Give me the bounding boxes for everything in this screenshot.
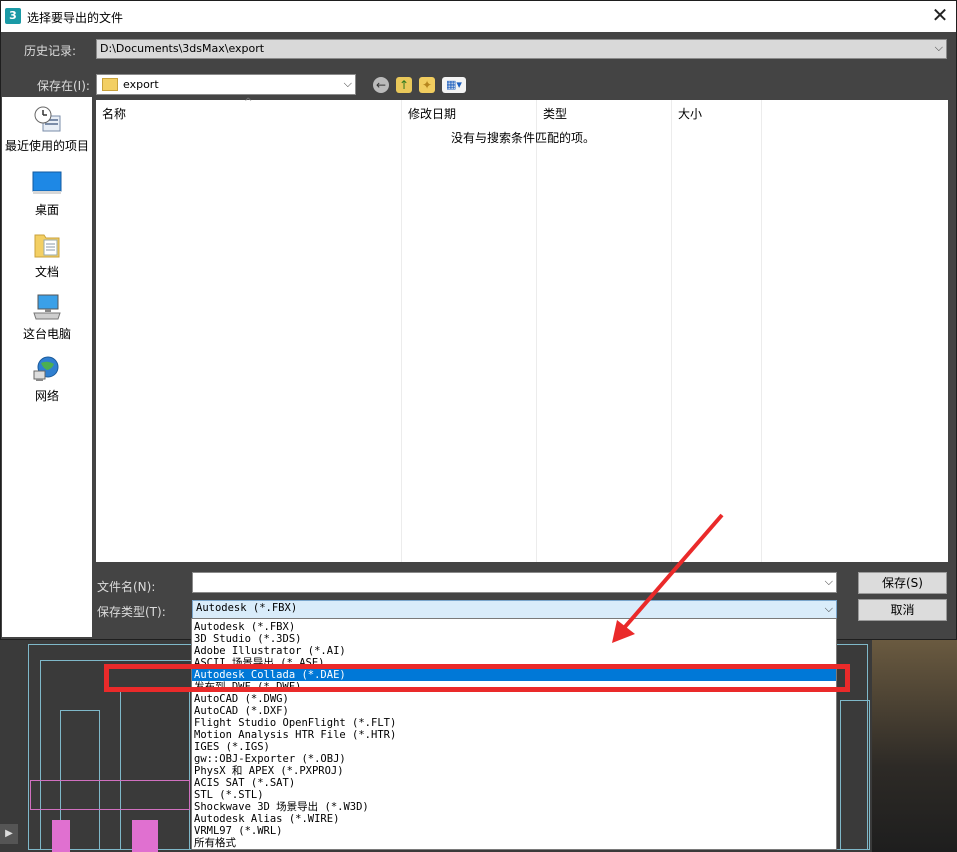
up-folder-icon[interactable]: ↑ (396, 77, 412, 93)
chevron-down-icon: ⌵ (824, 602, 833, 615)
place-desktop[interactable]: 桌面 (2, 169, 92, 218)
place-documents[interactable]: 文档 (2, 231, 92, 280)
file-type-option[interactable]: 所有格式 (192, 837, 836, 849)
wireframe-outline (30, 780, 190, 810)
file-type-option[interactable]: gw::OBJ-Exporter (*.OBJ) (192, 753, 836, 765)
close-button[interactable]: ✕ (924, 1, 956, 32)
place-label: 桌面 (34, 203, 59, 217)
column-divider (536, 100, 537, 562)
back-icon[interactable]: ← (373, 77, 389, 93)
file-type-option[interactable]: Adobe Illustrator (*.AI) (192, 645, 836, 657)
file-type-option[interactable]: PhysX 和 APEX (*.PXPROJ) (192, 765, 836, 777)
file-type-option[interactable]: Flight Studio OpenFlight (*.FLT) (192, 717, 836, 729)
title-bar: 3 选择要导出的文件 ✕ (1, 1, 956, 32)
place-label: 最近使用的项目 (4, 139, 89, 153)
place-label: 文档 (34, 265, 59, 279)
play-icon[interactable]: ▶ (0, 824, 18, 844)
column-divider (671, 100, 672, 562)
place-this-pc[interactable]: 这台电脑 (2, 293, 92, 342)
recent-items-icon (34, 106, 61, 132)
column-divider (401, 100, 402, 562)
this-pc-icon (33, 294, 61, 320)
file-type-option[interactable]: Shockwave 3D 场景导出 (*.W3D) (192, 801, 836, 813)
file-type-option[interactable]: Motion Analysis HTR File (*.HTR) (192, 729, 836, 741)
export-dialog: 3 选择要导出的文件 ✕ 历史记录: D:\Documents\3dsMax\e… (0, 0, 957, 640)
column-header-modified[interactable]: 修改日期 (408, 105, 456, 122)
history-combo[interactable]: D:\Documents\3dsMax\export ⌵ (96, 39, 947, 59)
cancel-button[interactable]: 取消 (858, 599, 947, 621)
chevron-down-icon: ⌵ (343, 77, 352, 90)
file-type-option[interactable]: VRML97 (*.WRL) (192, 825, 836, 837)
documents-icon (34, 234, 60, 258)
file-type-label: 保存类型(T): (97, 605, 166, 619)
file-type-option[interactable]: Autodesk (*.FBX) (192, 621, 836, 633)
file-type-option[interactable]: AutoCAD (*.DXF) (192, 705, 836, 717)
save-in-combo[interactable]: export ⌵ (96, 74, 356, 95)
file-type-option[interactable]: Autodesk Alias (*.WIRE) (192, 813, 836, 825)
file-type-option[interactable]: STL (*.STL) (192, 789, 836, 801)
history-path: D:\Documents\3dsMax\export (100, 42, 265, 55)
file-name-input[interactable]: ⌵ (192, 572, 837, 593)
file-type-option[interactable]: 3D Studio (*.3DS) (192, 633, 836, 645)
new-folder-icon[interactable]: ✦ (419, 77, 435, 93)
app-icon: 3 (5, 8, 21, 24)
viewport-photo-region (872, 640, 957, 852)
column-header-name[interactable]: 名称 (102, 105, 126, 122)
place-network[interactable]: 网络 (2, 355, 92, 404)
save-in-folder: export (123, 78, 159, 91)
file-type-option[interactable]: IGES (*.IGS) (192, 741, 836, 753)
place-label: 网络 (34, 389, 59, 403)
wireframe-outline (840, 700, 870, 850)
empty-message: 没有与搜索条件匹配的项。 (451, 131, 596, 145)
sort-ascending-icon: ^ (244, 97, 253, 108)
window-title: 选择要导出的文件 (27, 11, 124, 25)
view-menu-icon[interactable]: ▦▾ (442, 77, 466, 93)
file-type-option[interactable]: AutoCAD (*.DWG) (192, 693, 836, 705)
chevron-down-icon: ⌵ (934, 41, 943, 54)
wireframe-fill (52, 820, 70, 852)
wireframe-fill (132, 820, 158, 852)
file-type-value: Autodesk (*.FBX) (196, 602, 298, 614)
save-button[interactable]: 保存(S) (858, 572, 947, 594)
column-header-type[interactable]: 类型 (543, 105, 567, 122)
folder-icon (102, 78, 118, 91)
place-label: 这台电脑 (22, 327, 71, 341)
annotation-highlight-box (104, 664, 850, 692)
place-recent-items[interactable]: 最近使用的项目 (2, 105, 92, 154)
file-type-dropdown-list[interactable]: Autodesk (*.FBX) 3D Studio (*.3DS) Adobe… (191, 618, 837, 850)
file-list[interactable]: ^ 名称 修改日期 类型 大小 没有与搜索条件匹配的项。 (96, 97, 948, 562)
history-label: 历史记录: (24, 44, 77, 58)
column-divider (761, 100, 762, 562)
desktop-icon (32, 171, 62, 194)
places-bar: 最近使用的项目 桌面 文档 这台电脑 网络 (2, 97, 92, 637)
network-icon (33, 356, 59, 381)
file-name-label: 文件名(N): (97, 580, 156, 594)
save-in-label: 保存在(I): (37, 79, 90, 93)
chevron-down-icon: ⌵ (824, 575, 833, 588)
column-header-size[interactable]: 大小 (678, 105, 702, 122)
file-type-select[interactable]: Autodesk (*.FBX) ⌵ (192, 600, 837, 619)
file-type-option[interactable]: ACIS SAT (*.SAT) (192, 777, 836, 789)
